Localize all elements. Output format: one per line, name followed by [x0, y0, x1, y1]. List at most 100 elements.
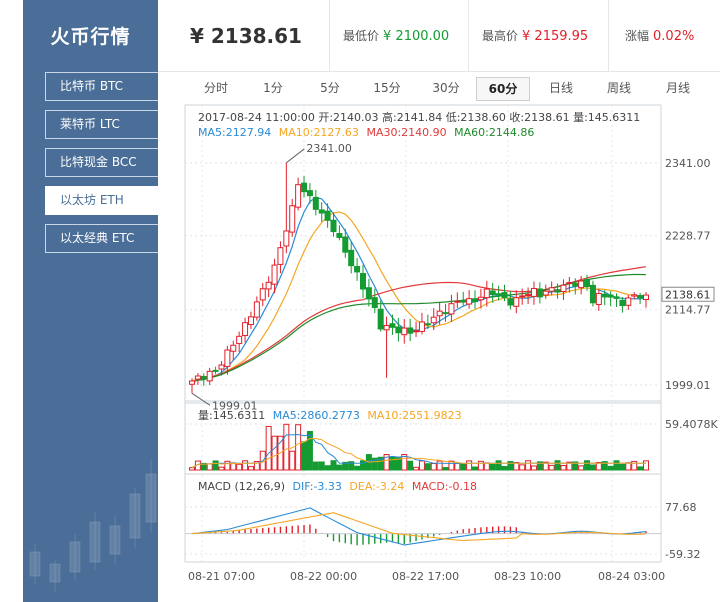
- candle-body: [336, 233, 343, 238]
- sidebar-title: 火币行情: [50, 26, 131, 48]
- candle-body: [572, 283, 579, 287]
- volume-bar: [230, 462, 237, 471]
- tab-weekly[interactable]: 周线: [593, 77, 645, 101]
- macd-legend: MACD (12,26,9) DIF:-3.33 DEA:-3.24 MACD:…: [198, 480, 477, 493]
- candle-body: [318, 209, 325, 214]
- candle-body: [536, 288, 543, 298]
- candle-body: [354, 266, 361, 273]
- interval-tabs: 分时 1分 5分 15分 30分 60分 日线 周线 月线: [187, 77, 720, 101]
- tab-5min[interactable]: 5分: [305, 77, 355, 101]
- tab-1min[interactable]: 1分: [248, 77, 298, 101]
- volume-bar: [466, 460, 473, 471]
- tab-30min[interactable]: 30分: [418, 77, 474, 101]
- volume-bar: [206, 463, 213, 471]
- volume-bar: [212, 460, 219, 471]
- candle-body: [418, 321, 425, 332]
- volume-bar: [460, 463, 467, 471]
- tab-timeshare[interactable]: 分时: [191, 77, 241, 101]
- volume-bar: [442, 467, 449, 471]
- candle-body: [560, 284, 567, 293]
- sidebar-item-etc[interactable]: 以太经典 ETC: [45, 224, 158, 253]
- volume-bar: [283, 423, 290, 471]
- candle-body: [601, 293, 608, 298]
- app-root: 火币行情 比特币 BTC 莱特币 LTC 比特现金 BCC 以太坊 ETH 以太…: [0, 0, 720, 602]
- volume-bar: [189, 467, 195, 471]
- high-price-stat: 最高价 ¥ 2159.95: [469, 0, 609, 72]
- volume-bar: [454, 462, 461, 471]
- sidebar-item-eth[interactable]: 以太坊 ETH: [45, 186, 158, 215]
- candle-body: [607, 294, 614, 298]
- candle-body: [436, 310, 443, 317]
- macd-lines: [185, 507, 661, 546]
- candle-body: [395, 326, 402, 334]
- macd-dea-label: DEA:-3.24: [349, 480, 404, 493]
- candle-body: [584, 279, 591, 288]
- volume-bar: [530, 465, 537, 471]
- kline-info-line: 2017-08-24 11:00:00 开:2140.03 高:2141.84 …: [198, 110, 640, 124]
- volume-bar: [525, 460, 532, 471]
- candle-body: [566, 282, 573, 285]
- candle-body: [242, 322, 249, 337]
- ma-legend: MA5:2127.94 MA10:2127.63 MA30:2140.90 MA…: [198, 126, 534, 139]
- volume-bar: [247, 466, 254, 471]
- volume-axis-max: 59.4078K: [665, 418, 718, 431]
- candles: [189, 162, 649, 394]
- candle-body: [501, 292, 508, 299]
- candle-body: [483, 288, 490, 299]
- candle-body: [578, 280, 585, 289]
- sidebar-item-bcc[interactable]: 比特现金 BCC: [45, 148, 158, 177]
- sidebar-item-ltc[interactable]: 莱特币 LTC: [45, 110, 158, 139]
- tab-monthly[interactable]: 月线: [652, 77, 704, 101]
- volume-bar: [436, 460, 443, 471]
- volume-bar: [554, 460, 561, 471]
- candle-body: [301, 182, 308, 193]
- volume-bar: [584, 460, 591, 471]
- volume-bar: [619, 464, 626, 471]
- volume-bar: [631, 460, 638, 471]
- candle-body: [413, 330, 420, 333]
- tab-daily[interactable]: 日线: [535, 77, 587, 101]
- chart-area: 2017-08-24 11:00:00 开:2140.03 高:2141.84 …: [184, 104, 720, 602]
- candle-body: [472, 298, 479, 303]
- candle-body: [424, 323, 431, 326]
- volume-bar: [495, 460, 502, 471]
- current-price-axis-label: 2138.61: [665, 288, 711, 301]
- volume-bar: [548, 464, 555, 471]
- candle-body: [247, 316, 254, 326]
- candle-body: [613, 296, 620, 299]
- volume-bar: [625, 462, 632, 471]
- tab-15min[interactable]: 15分: [361, 77, 413, 101]
- volume-legend: 量:145.6311 MA5:2860.2773 MA10:2551.9823: [198, 409, 462, 422]
- candle-body: [595, 292, 602, 305]
- candle-body: [495, 293, 502, 296]
- change-label: 涨幅: [625, 29, 650, 43]
- macd-title: MACD (12,26,9): [198, 480, 285, 493]
- volume-ma5-label: MA5:2860.2773: [273, 409, 360, 422]
- volume-bar: [643, 460, 649, 471]
- volume-bar: [483, 462, 490, 471]
- volume-bar: [354, 465, 361, 471]
- volume-bar: [477, 460, 484, 471]
- candle-body: [289, 205, 296, 233]
- candle-body: [489, 290, 496, 296]
- candle-body: [224, 349, 231, 367]
- low-price-stat: 最低价 ¥ 2100.00: [330, 0, 469, 72]
- change-stat: 涨幅 0.02%: [609, 0, 720, 72]
- max-annotation: 2341.00: [286, 142, 352, 164]
- candle-body: [218, 364, 225, 370]
- volume-label: 量:145.6311: [198, 409, 265, 422]
- candle-body: [206, 370, 213, 382]
- candle-body: [477, 296, 484, 301]
- candle-body: [236, 335, 243, 345]
- tab-60min[interactable]: 60分: [476, 77, 530, 101]
- candle-body: [631, 294, 638, 297]
- sidebar-item-btc[interactable]: 比特币 BTC: [45, 72, 158, 101]
- volume-bar: [271, 435, 278, 471]
- candle-body: [519, 295, 526, 298]
- kline-chart[interactable]: 2017-08-24 11:00:00 开:2140.03 高:2141.84 …: [184, 104, 720, 602]
- candle-body: [637, 295, 644, 299]
- volume-bar: [489, 463, 496, 471]
- volume-bar: [418, 460, 425, 471]
- ma30-legend: MA30:2140.90: [366, 126, 446, 139]
- candle-body: [513, 297, 520, 307]
